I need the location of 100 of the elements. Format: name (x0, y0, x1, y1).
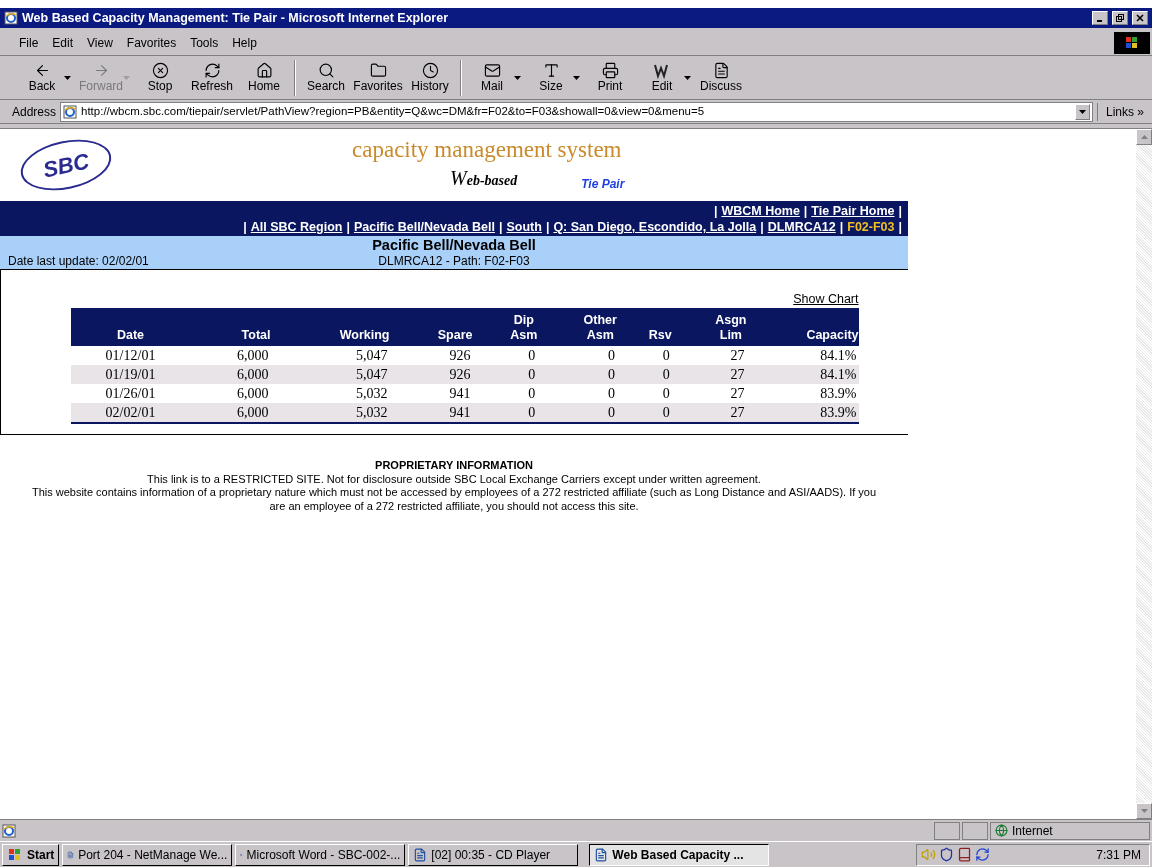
menu-item[interactable]: Edit (45, 33, 81, 52)
restore-icon (1116, 14, 1124, 22)
dropdown-arrow-icon[interactable] (64, 75, 71, 80)
scroll-down-button[interactable] (1136, 803, 1152, 819)
window-title: Web Based Capacity Management: Tie Pair - Microsoft Internet Explorer (22, 9, 449, 27)
toolbar-button[interactable]: Mail (466, 57, 518, 98)
separator: | (898, 219, 902, 235)
links-button[interactable]: Links » (1096, 102, 1152, 121)
table-cell: 83.9% (746, 384, 859, 403)
menu-item[interactable]: Favorites (119, 33, 184, 52)
show-chart-link[interactable]: Show Chart (793, 292, 859, 307)
table-cell: 84.1% (746, 346, 859, 365)
table-cell: 83.9% (746, 403, 859, 423)
nav-link[interactable]: WBCM Home (721, 203, 800, 219)
table-cell: 5,032 (270, 403, 390, 423)
table-cell: 6,000 (190, 384, 271, 403)
breadcrumb-link[interactable]: DLMRCA12 (767, 219, 836, 235)
close-button[interactable] (1132, 11, 1148, 25)
brand-title: capacity management system (352, 137, 622, 163)
book-icon[interactable] (957, 847, 972, 862)
separator: | (498, 219, 503, 235)
toolbar-button[interactable]: Favorites (352, 57, 404, 98)
breadcrumb-link[interactable]: South (506, 219, 542, 235)
address-field[interactable]: http://wbcm.sbc.com/tiepair/servlet/PathView?region=PB&entity=Q&wc=DM&fr=F02&to=F03&showall=0&view=0&menu=5 (60, 101, 1093, 122)
table-cell: 27 (671, 403, 747, 423)
address-label: Address (12, 103, 57, 121)
shield-icon[interactable] (939, 847, 954, 862)
search-icon (317, 61, 335, 79)
table-cell: 0 (616, 403, 672, 423)
restore-button[interactable] (1112, 11, 1128, 25)
table-cell: 0 (472, 365, 538, 384)
notice-text: This link is to a RESTRICTED SITE. Not for disclosure outside SBC Local Exchange Carriers except under written agreement. (146, 472, 762, 486)
taskbar-button[interactable]: Microsoft Word - SBC-002-... (235, 843, 406, 866)
stop-icon (151, 61, 169, 79)
breadcrumb-link[interactable]: Pacific Bell/Nevada Bell (353, 219, 495, 235)
table-cell: 27 (671, 346, 747, 365)
product-name: Tie Pair (581, 176, 625, 193)
dropdown-arrow-icon[interactable] (514, 75, 521, 80)
menu-item[interactable]: File (12, 33, 46, 52)
home-icon (255, 61, 273, 79)
taskbar-button[interactable]: [02] 00:35 - CD Player (408, 843, 579, 866)
table-cell: 6,000 (190, 403, 271, 423)
breadcrumb-link[interactable]: Q: San Diego, Escondido, La Jolla (553, 219, 757, 235)
page-heading: Pacific Bell/Nevada Bell (372, 236, 536, 254)
brand-subtitle: Web-based (450, 166, 518, 191)
taskbar-button[interactable]: Port 204 - NetManage We... (62, 843, 233, 866)
separator: | (346, 219, 350, 235)
table-cell: 926 (389, 346, 473, 365)
table-cell: 5,047 (270, 365, 390, 384)
scroll-up-button[interactable] (1136, 129, 1152, 145)
table-cell: 5,032 (270, 384, 390, 403)
menu-item[interactable]: Tools (183, 33, 226, 52)
notice-text: This website contains information of a proprietary nature which must not be accessed by employees of a 272 restricted affiliate (such as Long Distance and ASI/AADS). If you are an employee of a 272 restricted affiliate, you should not access this site. (30, 486, 878, 513)
toolbar-button[interactable]: Refresh (186, 57, 238, 98)
separator: | (803, 203, 808, 219)
document-icon (712, 61, 730, 79)
start-button[interactable]: Start (2, 843, 60, 866)
toolbar-button[interactable]: Stop (134, 57, 186, 98)
separator: | (243, 219, 247, 235)
menu-item[interactable]: View (80, 33, 120, 52)
table-cell: 941 (389, 403, 473, 423)
scrollbar[interactable] (1136, 129, 1152, 819)
column-header: Date (70, 308, 191, 346)
table-cell: 0 (472, 384, 538, 403)
column-header: Capacity (746, 308, 859, 346)
toolbar-button[interactable]: Search (300, 57, 352, 98)
taskbar-button[interactable]: Web Based Capacity ... (589, 843, 770, 866)
windows-logo-icon (7, 847, 23, 862)
minimize-button[interactable] (1092, 11, 1108, 25)
dropdown-button[interactable] (1074, 103, 1090, 120)
sync-icon[interactable] (975, 847, 990, 862)
breadcrumb-link[interactable]: All SBC Region (250, 219, 343, 235)
toolbar-button[interactable]: History (404, 57, 456, 98)
toolbar-button[interactable]: Home (238, 57, 290, 98)
status-pane (962, 821, 988, 840)
up-arrow-icon (1140, 135, 1148, 139)
refresh-icon (203, 61, 221, 79)
close-icon (1136, 14, 1144, 22)
nav-link[interactable]: Tie Pair Home (811, 203, 895, 219)
globe-icon (995, 824, 1008, 837)
browser-icon (4, 11, 18, 25)
table-cell: 0 (472, 346, 538, 365)
column-header: Spare (389, 308, 473, 346)
column-header: Dip Asm (472, 308, 538, 346)
table-cell: 5,047 (270, 346, 390, 365)
date-label: Date last update: 02/02/01 (8, 254, 149, 269)
breadcrumb-link[interactable]: F02-F03 (847, 219, 895, 235)
dropdown-arrow-icon[interactable] (573, 75, 580, 80)
path-label: DLMRCA12 - Path: F02-F03 (378, 254, 530, 269)
table-cell: 01/19/01 (70, 365, 191, 384)
toolbar-button[interactable]: Edit (636, 57, 688, 98)
toolbar-button[interactable]: Print (584, 57, 636, 98)
toolbar-button[interactable]: Discuss (695, 57, 747, 98)
table-cell: 0 (537, 365, 617, 384)
dropdown-arrow-icon[interactable] (684, 75, 691, 80)
menu-item[interactable]: Help (225, 33, 264, 52)
clock-icon (421, 61, 439, 79)
column-header: Asgn Lim (671, 308, 747, 346)
folder-icon (369, 61, 387, 79)
table-cell: 0 (472, 403, 538, 423)
